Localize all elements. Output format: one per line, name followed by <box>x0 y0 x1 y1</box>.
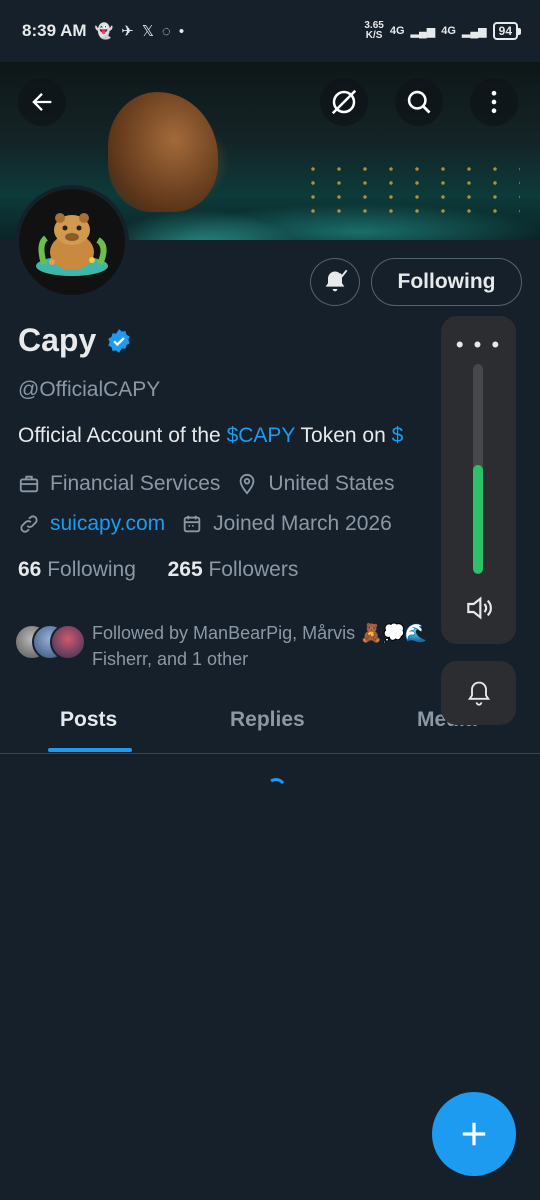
profile-avatar[interactable] <box>15 185 129 299</box>
profile-name-row: Capy <box>18 322 132 359</box>
search-icon <box>407 90 431 114</box>
tab-posts[interactable]: Posts <box>60 708 117 732</box>
arrow-left-icon <box>32 93 52 111</box>
verified-badge-icon[interactable] <box>106 328 132 354</box>
profile-category: Financial Services <box>50 472 221 495</box>
bell-icon <box>467 681 490 706</box>
sync-icon: ◌ <box>161 22 171 40</box>
back-button[interactable] <box>18 78 66 126</box>
ringer-button[interactable] <box>441 661 516 725</box>
signal-icon: ▂▄▆ <box>410 25 436 38</box>
avatar <box>50 624 86 660</box>
grok-icon <box>331 89 357 115</box>
bio-trailing-link[interactable]: $ <box>392 424 404 447</box>
loading-spinner <box>264 776 288 800</box>
banner-lights <box>300 162 520 222</box>
briefcase-icon <box>19 475 39 493</box>
status-right: 3.65 K/S 4G ▂▄▆ 4G ▂▄▆ 94 <box>364 20 522 41</box>
volume-slider-fill <box>473 464 483 574</box>
speaker-icon <box>467 596 492 620</box>
follower-avatars <box>14 620 86 660</box>
telegram-icon: ✈ <box>121 23 134 40</box>
cashtag-link[interactable]: $CAPY <box>227 424 296 447</box>
capybara-avatar-image <box>19 189 125 295</box>
volume-panel: • • • <box>441 316 516 644</box>
network-type-2: 4G <box>441 25 456 37</box>
battery-indicator: 94 <box>492 22 522 40</box>
snapchat-icon: 👻 <box>94 23 114 40</box>
website-link[interactable]: suicapy.com <box>50 512 165 536</box>
volume-slider[interactable] <box>473 364 483 574</box>
calendar-icon <box>183 515 201 533</box>
notifications-bell-button[interactable] <box>310 258 360 306</box>
network-type-1: 4G <box>389 25 405 37</box>
profile-meta-row-1: Financial Services United States <box>18 472 394 496</box>
notification-icons: 👻 ✈ 𝕏 ◌ • <box>94 22 185 41</box>
banner-capybara-image <box>108 92 218 212</box>
signal-icon: ▂▄▆ <box>461 25 487 38</box>
active-tab-indicator <box>48 748 132 752</box>
followed-by-text: Followed by ManBearPig, Mårvis 🧸💭🌊 Fishe… <box>92 623 428 669</box>
profile-meta-row-2: suicapy.com Joined March 2026 <box>18 512 392 536</box>
following-count-link[interactable]: 66 Following <box>18 558 136 581</box>
joined-date: Joined March 2026 <box>213 512 392 535</box>
followers-count-link[interactable]: 265 Followers <box>168 558 299 581</box>
plus-icon <box>462 1122 486 1146</box>
profile-bio: Official Account of the $CAPY Token on $ <box>18 424 404 447</box>
x-app-icon: 𝕏 <box>141 23 154 40</box>
speaker-button[interactable] <box>463 592 495 629</box>
grok-button[interactable] <box>320 78 368 126</box>
status-time: 8:39 AM <box>22 21 87 40</box>
display-name: Capy <box>18 322 97 358</box>
follow-counts: 66 Following 265 Followers <box>18 558 298 582</box>
profile-location: United States <box>268 472 395 495</box>
volume-more-button[interactable]: • • • <box>441 332 516 358</box>
network-speed: 3.65 K/S <box>364 20 384 41</box>
search-button[interactable] <box>395 78 443 126</box>
location-pin-icon <box>240 473 255 495</box>
bell-subscribed-icon <box>325 269 348 292</box>
compose-post-button[interactable] <box>432 1092 516 1176</box>
more-options-button[interactable] <box>470 78 518 126</box>
following-button[interactable]: Following <box>371 258 522 306</box>
link-icon <box>20 515 38 533</box>
dot-icon: • <box>178 22 185 40</box>
more-vertical-icon <box>491 90 497 114</box>
followed-by-row[interactable]: Followed by ManBearPig, Mårvis 🧸💭🌊 Fishe… <box>14 620 452 672</box>
status-bar: 8:39 AM 👻 ✈ 𝕏 ◌ • 3.65 K/S 4G ▂▄▆ 4G ▂▄▆… <box>0 0 540 62</box>
tab-replies[interactable]: Replies <box>230 708 305 732</box>
profile-handle: @OfficialCAPY <box>18 378 161 401</box>
